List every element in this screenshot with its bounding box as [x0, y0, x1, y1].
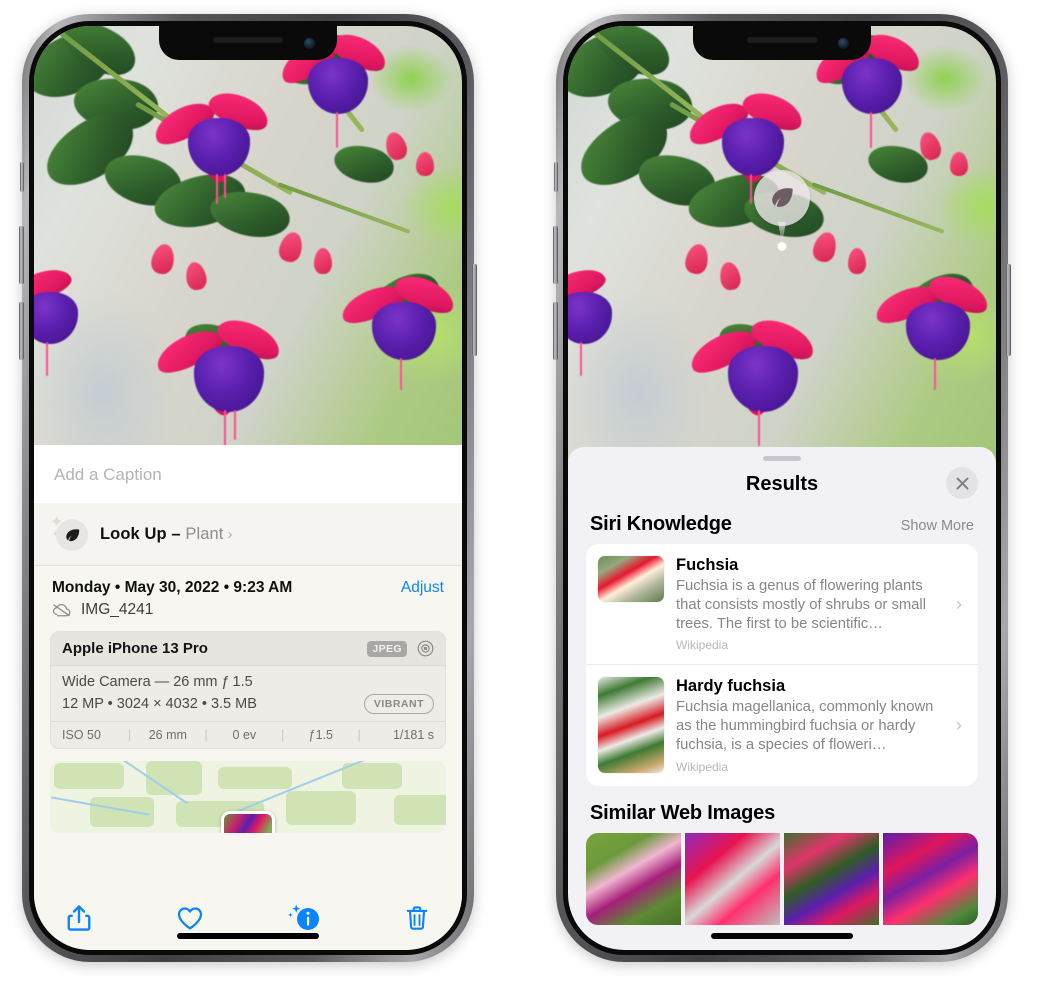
- exif-stat-iso: ISO 50: [62, 728, 101, 742]
- exif-stat-aperture: ƒ1.5: [308, 728, 334, 742]
- photographic-style-badge: VIBRANT: [363, 694, 434, 714]
- knowledge-card-thumbnail: [598, 556, 664, 602]
- ring-silent-switch[interactable]: [20, 162, 24, 192]
- web-image-thumbnail[interactable]: [883, 832, 978, 925]
- exif-stat-shutter: 1/181 s: [392, 728, 434, 742]
- knowledge-card-description: Fuchsia is a genus of flowering plants t…: [676, 578, 926, 632]
- look-up-title: Look Up: [100, 524, 167, 543]
- right-phone-screen: Results Siri Knowledge Show More Fuchsia…: [568, 26, 996, 950]
- icloud-slash-icon: [52, 603, 71, 617]
- similar-web-images-title: Similar Web Images: [590, 801, 775, 824]
- caption-input[interactable]: Add a Caption: [34, 445, 462, 503]
- share-icon[interactable]: [64, 903, 94, 933]
- lens-info: Wide Camera — 26 mm ƒ 1.5: [62, 674, 253, 690]
- chevron-right-icon: ›: [956, 715, 962, 736]
- look-up-row[interactable]: ✦ ✦ Look Up – Plant›: [34, 503, 462, 566]
- right-iphone-device: Results Siri Knowledge Show More Fuchsia…: [553, 14, 1011, 962]
- left-iphone-device: Add a Caption ✦ ✦ Look U: [19, 14, 477, 962]
- exif-stat-focal: 26 mm: [148, 728, 187, 742]
- web-image-thumbnail[interactable]: [784, 832, 879, 925]
- siri-knowledge-cards: Fuchsia Fuchsia is a genus of flowering …: [586, 544, 978, 786]
- notch: [693, 26, 871, 60]
- exif-stat-ev: 0 ev: [232, 728, 257, 742]
- side-power-button[interactable]: [1006, 264, 1011, 356]
- file-name-label: IMG_4241: [81, 601, 154, 618]
- web-image-thumbnail[interactable]: [586, 832, 681, 925]
- trash-icon[interactable]: [402, 903, 432, 933]
- volume-down-button[interactable]: [553, 302, 558, 360]
- file-row: IMG_4241: [34, 599, 462, 631]
- photo-viewer[interactable]: [568, 26, 996, 466]
- screenshot-stage: Add a Caption ✦ ✦ Look U: [0, 0, 1055, 985]
- volume-up-button[interactable]: [553, 226, 558, 284]
- knowledge-card-title: Hardy fuchsia: [676, 677, 786, 696]
- exif-body: Wide Camera — 26 mm ƒ 1.5 12 MP • 3024 ×…: [51, 666, 445, 721]
- side-power-button[interactable]: [472, 264, 477, 356]
- exif-stats-row: ISO 50 | 26 mm | 0 ev | ƒ1.5 | 1/181 s: [51, 721, 445, 748]
- photo-datetime: Monday • May 30, 2022 • 9:23 AM: [52, 579, 293, 596]
- home-indicator[interactable]: [711, 933, 853, 939]
- heart-icon[interactable]: [175, 903, 205, 933]
- adjust-date-button[interactable]: Adjust: [401, 579, 444, 597]
- knowledge-card[interactable]: Hardy fuchsia Fuchsia magellanica, commo…: [586, 664, 978, 785]
- camera-device-label: Apple iPhone 13 Pro: [62, 640, 208, 657]
- exif-card[interactable]: Apple iPhone 13 Pro JPEG Wide Camera — 2…: [50, 631, 446, 749]
- look-up-dash: –: [166, 524, 186, 543]
- knowledge-card-source: Wikipedia: [676, 759, 729, 774]
- knowledge-card-thumbnail: [598, 677, 664, 774]
- knowledge-card[interactable]: Fuchsia Fuchsia is a genus of flowering …: [586, 544, 978, 664]
- siri-knowledge-header: Siri Knowledge Show More: [568, 507, 996, 544]
- right-phone-bezel: Results Siri Knowledge Show More Fuchsia…: [563, 21, 1001, 955]
- show-more-button[interactable]: Show More: [901, 518, 974, 534]
- photo-info-sheet: Add a Caption ✦ ✦ Look U: [34, 445, 462, 950]
- aperture-icon: [417, 640, 434, 657]
- volume-up-button[interactable]: [19, 226, 24, 284]
- info-sparkle-icon[interactable]: [287, 903, 321, 933]
- look-up-label: Look Up – Plant ›: [100, 525, 233, 544]
- visual-look-up-results-sheet: Results Siri Knowledge Show More Fuchsia…: [568, 447, 996, 950]
- similar-web-images-row[interactable]: [586, 832, 978, 925]
- siri-knowledge-title: Siri Knowledge: [590, 513, 732, 535]
- photo-viewer[interactable]: [34, 26, 462, 466]
- format-badge: JPEG: [367, 640, 407, 657]
- visual-look-up-badge[interactable]: [754, 170, 810, 251]
- knowledge-card-title: Fuchsia: [676, 556, 739, 574]
- knowledge-card-source: Wikipedia: [676, 638, 729, 653]
- results-title: Results: [745, 472, 819, 495]
- close-icon: [956, 477, 968, 489]
- web-image-thumbnail[interactable]: [685, 832, 780, 925]
- earpiece-speaker: [747, 37, 817, 43]
- knowledge-card-description: Fuchsia magellanica, commonly known as t…: [676, 699, 934, 753]
- look-up-icon-group: ✦ ✦: [50, 514, 88, 553]
- notch: [159, 26, 337, 60]
- similar-web-images-header: Similar Web Images: [568, 786, 996, 833]
- leaf-icon: [754, 170, 810, 226]
- results-header: Results: [568, 461, 996, 507]
- resolution-info: 12 MP • 3024 × 4032 • 3.5 MB: [62, 696, 257, 712]
- knowledge-card-body: Fuchsia Fuchsia is a genus of flowering …: [676, 556, 938, 652]
- ring-silent-switch[interactable]: [554, 162, 558, 192]
- exif-header-badges: JPEG: [367, 639, 435, 658]
- left-phone-screen: Add a Caption ✦ ✦ Look U: [34, 26, 462, 950]
- chevron-right-icon: ›: [956, 593, 962, 614]
- exif-header: Apple iPhone 13 Pro JPEG: [51, 632, 445, 666]
- front-camera-icon: [838, 38, 849, 49]
- volume-down-button[interactable]: [19, 302, 24, 360]
- front-camera-icon: [304, 38, 315, 49]
- close-button[interactable]: [946, 467, 978, 499]
- home-indicator[interactable]: [177, 933, 319, 939]
- badge-anchor-dot: [777, 242, 787, 251]
- knowledge-card-body: Hardy fuchsia Fuchsia magellanica, commo…: [676, 677, 938, 773]
- location-map-thumbnail[interactable]: [50, 761, 446, 833]
- left-phone-bezel: Add a Caption ✦ ✦ Look U: [29, 21, 467, 955]
- chevron-right-icon: ›: [227, 525, 233, 543]
- look-up-subject: Plant: [185, 524, 224, 543]
- date-row: Monday • May 30, 2022 • 9:23 AM Adjust: [34, 566, 462, 599]
- earpiece-speaker: [213, 37, 283, 43]
- photo-location-pin: [221, 811, 275, 833]
- leaf-icon: [56, 519, 88, 551]
